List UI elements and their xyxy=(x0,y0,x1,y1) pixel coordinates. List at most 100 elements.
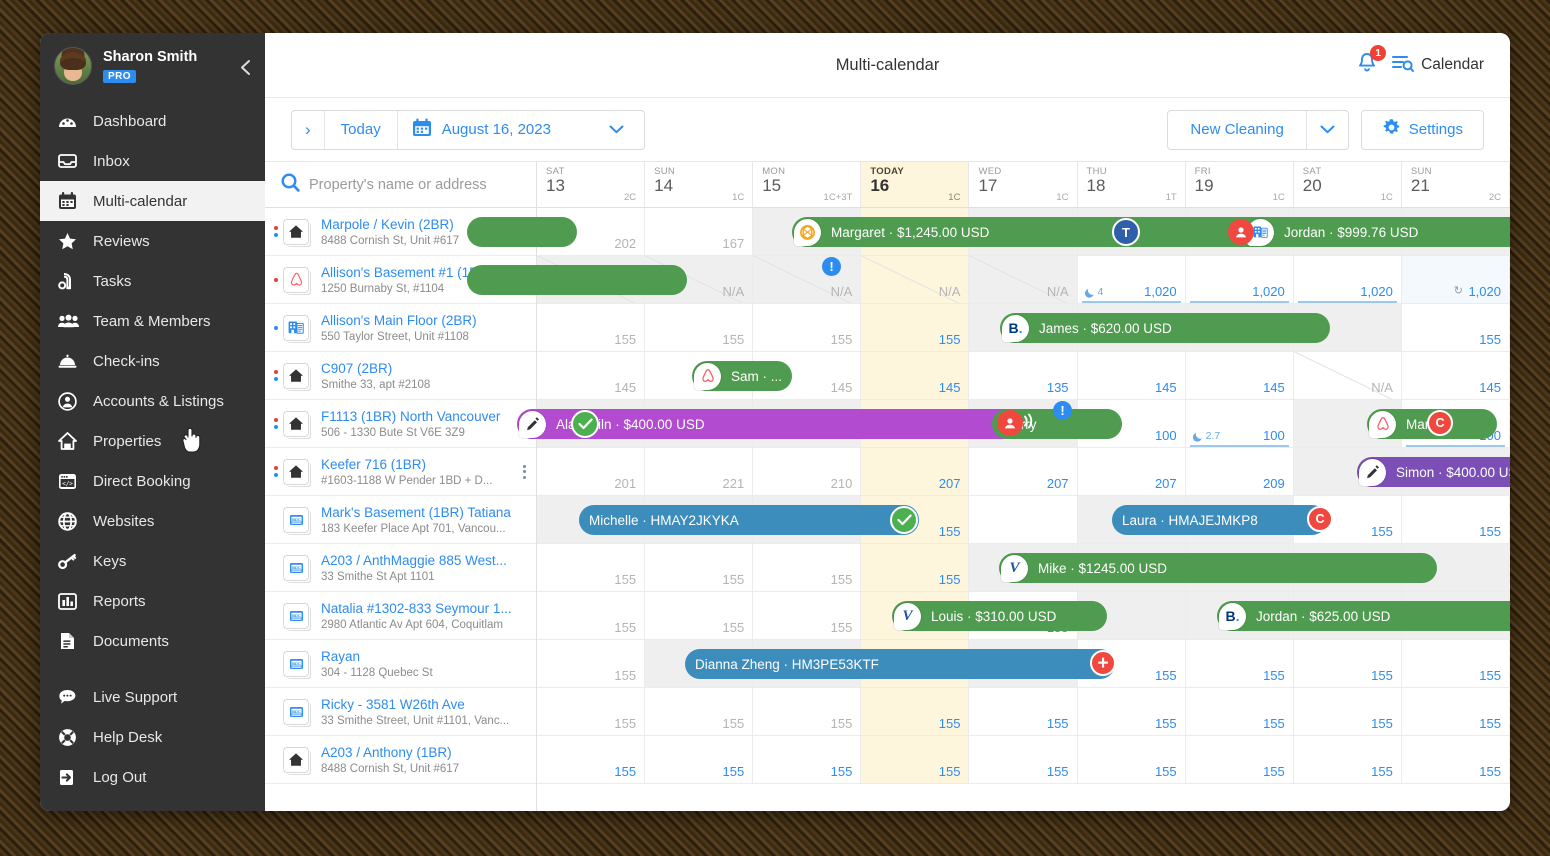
booking-bar[interactable]: Michelle · HMAY2JKYKA xyxy=(579,505,919,535)
sidebar-item-inbox[interactable]: Inbox xyxy=(40,141,265,181)
property-name[interactable]: Natalia #1302-833 Seymour 1... xyxy=(321,601,512,616)
sidebar-item-log-out[interactable]: Log Out xyxy=(40,757,265,797)
property-row[interactable]: C907 (2BR) Smithe 33, apt #2108 xyxy=(265,352,536,400)
calendar-cell[interactable]: 145 xyxy=(1402,352,1510,399)
calendar-cell[interactable]: 155 xyxy=(537,544,646,591)
day-header[interactable]: FRI 19 1C xyxy=(1186,162,1294,207)
property-row[interactable]: BDC Rayan 304 - 1128 Quebec St xyxy=(265,640,536,688)
calendar-cell[interactable]: 145 xyxy=(537,352,646,399)
calendar-marker[interactable]: C xyxy=(1427,410,1453,436)
booking-bar[interactable]: Sam · ... xyxy=(692,361,792,391)
calendar-cell[interactable]: 155 xyxy=(753,304,862,351)
sidebar-item-dashboard[interactable]: Dashboard xyxy=(40,101,265,141)
property-search[interactable] xyxy=(265,162,537,207)
calendar-cell[interactable]: 155 xyxy=(861,736,970,783)
calendar-cell[interactable]: 135 xyxy=(969,352,1078,399)
settings-button[interactable]: Settings xyxy=(1362,111,1483,149)
property-name[interactable]: Rayan xyxy=(321,649,360,664)
calendar-cell[interactable]: 155 xyxy=(645,544,754,591)
calendar-cell[interactable]: 210 xyxy=(753,448,862,495)
booking-bar[interactable]: B. James · $620.00 USD xyxy=(1000,313,1330,343)
next-period-button[interactable]: › xyxy=(292,110,325,149)
user-profile[interactable]: Sharon Smith PRO xyxy=(40,33,265,97)
sidebar-item-live-support[interactable]: Live Support xyxy=(40,677,265,717)
calendar-cell[interactable]: 155 xyxy=(1186,688,1294,735)
booking-bar[interactable] xyxy=(467,265,687,295)
booking-bar[interactable]: Jordan · $999.76 USD xyxy=(1227,217,1510,247)
calendar-cell[interactable]: 145 xyxy=(861,352,970,399)
calendar-cell[interactable]: 207 xyxy=(1078,448,1186,495)
calendar-cell[interactable]: 145 xyxy=(1078,352,1186,399)
calendar-marker[interactable]: ! xyxy=(1053,401,1072,420)
property-name[interactable]: F1113 (1BR) North Vancouver xyxy=(321,409,500,424)
property-row[interactable]: BDC A203 / AnthMaggie 885 West... 33 Smith… xyxy=(265,544,536,592)
new-cleaning-dropdown-button[interactable] xyxy=(1305,110,1348,149)
property-name[interactable]: Allison's Main Floor (2BR) xyxy=(321,313,477,328)
calendar-cell[interactable]: 155 xyxy=(1078,736,1186,783)
booking-bar[interactable]: Simon · $400.00 USD xyxy=(1357,457,1510,487)
booking-bar[interactable]: Laura · HMAJEJMKP8 xyxy=(1112,505,1327,535)
calendar-marker[interactable]: C xyxy=(1307,506,1333,532)
booking-bar[interactable]: Dianna Zheng · HM3PE53KTF xyxy=(685,649,1115,679)
calendar-cell[interactable]: 155 xyxy=(537,688,646,735)
calendar-cell[interactable]: 155 xyxy=(1402,688,1510,735)
calendar-cell[interactable]: 155 xyxy=(1294,736,1402,783)
chevron-left-icon[interactable] xyxy=(240,59,251,79)
property-name[interactable]: Marpole / Kevin (2BR) xyxy=(321,217,454,232)
calendar-cell[interactable]: 155 xyxy=(1402,496,1510,543)
calendar-cell[interactable]: 155 xyxy=(537,640,646,687)
booking-bar[interactable]: V Mike · $1245.00 USD xyxy=(999,553,1437,583)
day-header[interactable]: SAT 20 1C xyxy=(1294,162,1402,207)
property-name[interactable]: Keefer 716 (1BR) xyxy=(321,457,426,472)
calendar-cell[interactable]: 1,020 xyxy=(1186,256,1294,303)
calendar-cell[interactable]: 4 1,020 xyxy=(1078,256,1186,303)
sidebar-item-accounts-listings[interactable]: Accounts & Listings xyxy=(40,381,265,421)
calendar-cell[interactable]: 155 xyxy=(1078,688,1186,735)
date-picker-button[interactable]: August 16, 2023 xyxy=(398,111,644,149)
sidebar-item-tasks[interactable]: Tasks xyxy=(40,261,265,301)
sidebar-item-help-desk[interactable]: Help Desk xyxy=(40,717,265,757)
sidebar-item-documents[interactable]: Documents xyxy=(40,621,265,661)
sidebar-item-direct-booking[interactable]: </> Direct Booking xyxy=(40,461,265,501)
day-header[interactable]: SUN 21 2C xyxy=(1402,162,1510,207)
calendar-cell[interactable]: 155 xyxy=(861,688,970,735)
calendar-cell[interactable]: 207 xyxy=(861,448,970,495)
property-name[interactable]: A203 / Anthony (1BR) xyxy=(321,745,452,760)
property-row[interactable]: BDC Ricky - 3581 W26th Ave 33 Smithe Stree… xyxy=(265,688,536,736)
booking-bar[interactable]: B. Jordan · $625.00 USD xyxy=(1217,601,1510,631)
task-marker-icon[interactable]: T xyxy=(1112,218,1140,246)
calendar-cell[interactable]: 155 xyxy=(969,688,1078,735)
calendar-cell[interactable]: 155 xyxy=(1186,640,1294,687)
booking-bar[interactable] xyxy=(467,217,577,247)
calendar-cell[interactable]: 155 xyxy=(645,688,754,735)
search-input[interactable] xyxy=(309,176,499,193)
property-row[interactable]: F1113 (1BR) North Vancouver 506 - 1330 Bu… xyxy=(265,400,536,448)
cleaning-marker-icon[interactable]: C xyxy=(1427,410,1453,436)
calendar-cell[interactable]: 155 xyxy=(645,592,754,639)
calendar-cell[interactable]: 155 xyxy=(537,304,646,351)
cleaning-marker-icon[interactable]: C xyxy=(1307,506,1333,532)
property-name[interactable]: C907 (2BR) xyxy=(321,361,392,376)
calendar-cell[interactable]: 155 xyxy=(753,688,862,735)
property-name[interactable]: A203 / AnthMaggie 885 West... xyxy=(321,553,507,568)
calendar-cell[interactable]: 155 xyxy=(861,304,970,351)
calendar-cell[interactable]: N/A xyxy=(753,256,862,303)
calendar-cell[interactable]: 155 xyxy=(1294,640,1402,687)
calendar-cell[interactable]: 155 xyxy=(1186,736,1294,783)
add-icon[interactable]: + xyxy=(1090,650,1116,676)
day-header[interactable]: THU 18 1T xyxy=(1078,162,1186,207)
calendar-cell[interactable]: 155 xyxy=(1402,304,1510,351)
day-header[interactable]: WED 17 1C xyxy=(969,162,1078,207)
calendar-marker[interactable]: + xyxy=(1090,650,1116,676)
calendar-cell[interactable]: 167 xyxy=(645,208,754,255)
booking-bar[interactable]: V Louis · $310.00 USD xyxy=(892,601,1107,631)
calendar-cell[interactable]: 155 xyxy=(645,736,754,783)
guest-marker[interactable] xyxy=(997,410,1038,436)
booking-bar[interactable]: Margaret · $1,245.00 USD xyxy=(792,217,1257,247)
property-row[interactable]: Keefer 716 (1BR) #1603-1188 W Pender 1BD … xyxy=(265,448,536,496)
calendar-marker[interactable]: ! xyxy=(822,257,841,276)
sidebar-item-properties[interactable]: Properties xyxy=(40,421,265,461)
calendar-cell[interactable]: 145 xyxy=(1186,352,1294,399)
calendar-cell[interactable]: 155 xyxy=(1402,640,1510,687)
calendar-marker[interactable] xyxy=(571,410,599,438)
